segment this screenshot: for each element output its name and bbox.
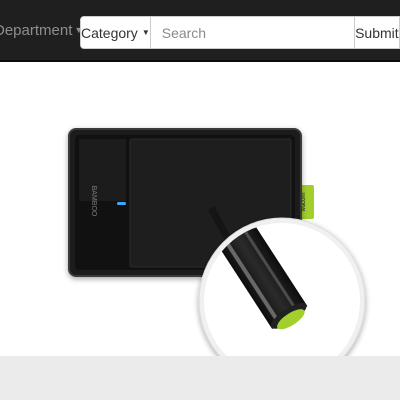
top-navbar: Department▼ Category ▼ Submit	[0, 0, 400, 62]
search-input[interactable]	[150, 17, 354, 48]
category-label: Category	[81, 24, 138, 41]
department-dropdown[interactable]: Department ▼	[0, 22, 83, 39]
status-indicator-light	[117, 202, 126, 205]
product-image: wacom BAMBOO	[68, 128, 366, 356]
search-form: Category ▼ Submit	[80, 16, 400, 49]
caret-down-icon: ▼	[141, 28, 150, 37]
bamboo-logo-text: BAMBOO	[90, 186, 97, 217]
submit-button[interactable]: Submit	[353, 17, 399, 48]
department-label: Department	[0, 22, 73, 39]
footer-band	[0, 356, 400, 400]
tablet-control-panel	[79, 139, 126, 201]
category-dropdown-button[interactable]: Category ▼	[81, 17, 151, 48]
